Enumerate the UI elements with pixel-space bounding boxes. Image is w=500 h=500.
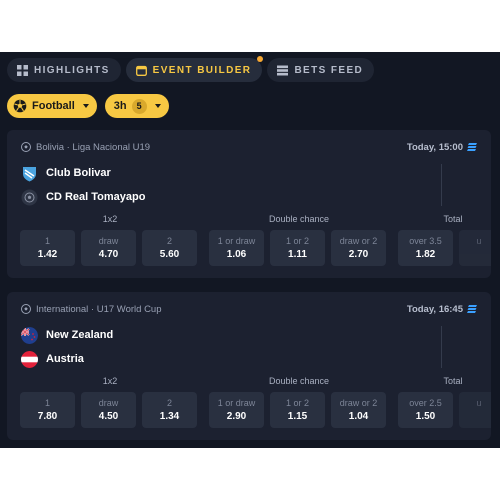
odds-button[interactable]: 2 1.34: [142, 392, 197, 428]
odds-button[interactable]: 1 or 2 1.11: [270, 230, 325, 266]
soccer-ball-icon: [21, 304, 31, 314]
odds-button-partial[interactable]: u: [459, 230, 491, 266]
league-info: International · U17 World Cup: [21, 304, 162, 315]
club-bolivar-shield-icon: [21, 165, 38, 182]
divider: [441, 164, 442, 206]
home-team: Club Bolivar: [21, 164, 111, 182]
odds-button[interactable]: over 2.5 1.50: [398, 392, 453, 428]
team-placeholder-icon: [21, 189, 38, 206]
market-label-total: Total: [443, 214, 463, 224]
tab-event-builder-label: EVENT BUILDER: [152, 64, 252, 76]
market-label-double-chance: Double chance: [268, 376, 330, 386]
odds-button[interactable]: 2 5.60: [142, 230, 197, 266]
grid-icon: [17, 64, 28, 76]
time-filter-dropdown[interactable]: 3h 5: [104, 94, 169, 118]
football-icon: [13, 99, 27, 113]
filter-bar: Football 3h 5: [7, 94, 169, 118]
odds-button[interactable]: 1 or draw 2.90: [209, 392, 264, 428]
tab-event-builder[interactable]: EVENT BUILDER: [125, 56, 264, 82]
live-stream-icon: [467, 142, 477, 152]
away-team-name: CD Real Tomayapo: [46, 191, 146, 203]
odds-button[interactable]: draw 4.50: [81, 392, 136, 428]
league-info: Bolivia · Liga Nacional U19: [21, 142, 150, 153]
tab-highlights[interactable]: HIGHLIGHTS: [7, 58, 121, 82]
away-team-name: Austria: [46, 353, 84, 365]
calendar-icon: [135, 65, 147, 76]
time-filter-count-badge: 5: [131, 98, 147, 114]
tab-bets-feed-label: BETS FEED: [294, 64, 364, 76]
market-label-1x2: 1x2: [102, 376, 118, 386]
event-header: Bolivia · Liga Nacional U19 Today, 15:00: [21, 140, 477, 154]
home-team: New Zealand: [21, 326, 113, 344]
event-time-text: Today, 15:00: [406, 141, 463, 153]
home-team-name: Club Bolivar: [46, 167, 111, 179]
tab-bets-feed[interactable]: BETS FEED: [267, 58, 375, 82]
market-label-double-chance: Double chance: [268, 214, 330, 224]
odds-button[interactable]: draw 4.70: [81, 230, 136, 266]
list-icon: [277, 65, 289, 76]
odds-button[interactable]: 1 7.80: [20, 392, 75, 428]
soccer-ball-icon: [21, 142, 31, 152]
notification-dot: [257, 56, 264, 62]
time-filter-label: 3h: [113, 100, 127, 112]
odds-button[interactable]: draw or 2 2.70: [331, 230, 386, 266]
sport-filter-dropdown[interactable]: Football: [7, 94, 97, 118]
league-name: International · U17 World Cup: [36, 303, 162, 315]
sport-filter-label: Football: [32, 100, 75, 112]
tab-highlights-label: HIGHLIGHTS: [34, 64, 110, 76]
event-header: International · U17 World Cup Today, 16:…: [21, 302, 477, 316]
event-time: Today, 15:00: [407, 142, 477, 153]
market-label-1x2: 1x2: [102, 214, 118, 224]
odds-button[interactable]: draw or 2 1.04: [331, 392, 386, 428]
away-team: Austria: [21, 350, 84, 368]
event-card[interactable]: Bolivia · Liga Nacional U19 Today, 15:00…: [7, 130, 491, 278]
odds-button[interactable]: over 3.5 1.82: [398, 230, 453, 266]
austria-flag-icon: [21, 350, 38, 368]
sportsbook-panel: HIGHLIGHTS EVENT BUILDER BETS FEED Footb…: [0, 52, 500, 448]
league-name: Bolivia · Liga Nacional U19: [36, 141, 151, 153]
market-label-total: Total: [443, 376, 463, 386]
event-card[interactable]: International · U17 World Cup Today, 16:…: [7, 292, 491, 440]
chevron-down-icon: [82, 104, 89, 108]
tab-bar: HIGHLIGHTS EVENT BUILDER BETS FEED: [7, 56, 375, 82]
new-zealand-flag-icon: [21, 326, 38, 344]
event-time: Today, 16:45: [407, 304, 477, 315]
odds-button-partial[interactable]: u: [459, 392, 491, 428]
odds-button[interactable]: 1 or 2 1.15: [270, 392, 325, 428]
chevron-down-icon: [154, 104, 161, 108]
home-team-name: New Zealand: [46, 329, 114, 341]
odds-button[interactable]: 1 1.42: [20, 230, 75, 266]
odds-button[interactable]: 1 or draw 1.06: [209, 230, 264, 266]
away-team: CD Real Tomayapo: [21, 188, 145, 206]
event-time-text: Today, 16:45: [406, 303, 463, 315]
divider: [441, 326, 442, 368]
live-stream-icon: [467, 304, 477, 314]
